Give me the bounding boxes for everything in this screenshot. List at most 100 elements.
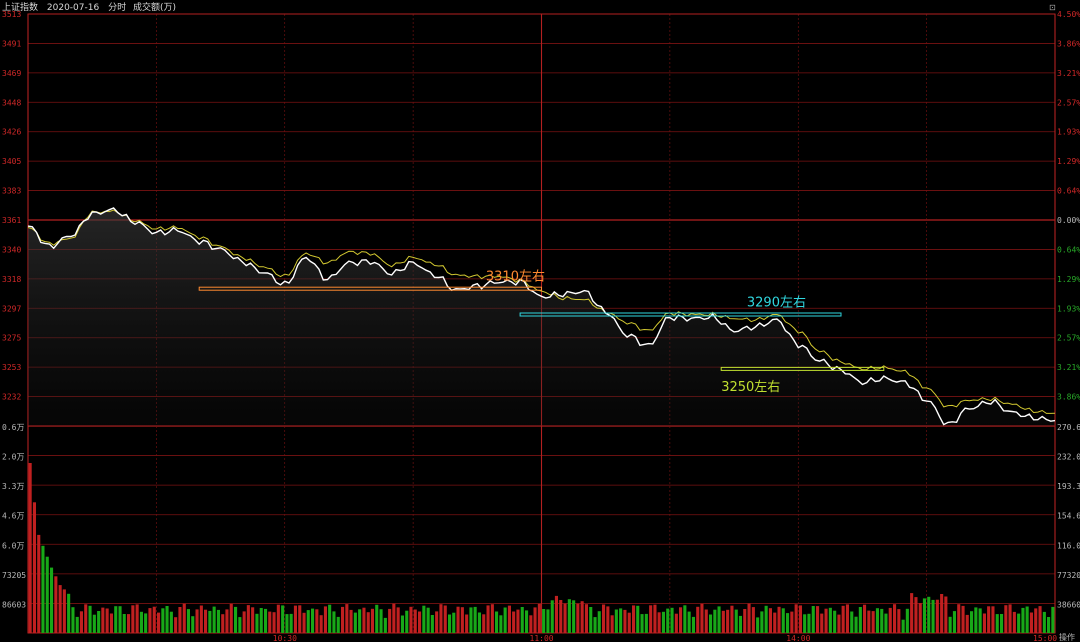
volume-bar	[520, 607, 524, 633]
volume-bar	[379, 609, 383, 633]
volume-bar	[893, 604, 897, 633]
volume-bar	[67, 593, 71, 633]
volume-bar	[627, 612, 631, 633]
volume-bar	[204, 609, 208, 633]
volume-bar	[974, 607, 978, 633]
volume-bar	[738, 615, 742, 633]
volume-bar	[952, 611, 956, 633]
volume-bar	[58, 585, 62, 633]
volume-bar	[888, 607, 892, 633]
volume-bar	[841, 605, 845, 633]
price-tick-label: 3469	[2, 69, 21, 78]
volume-bar	[721, 610, 725, 633]
volume-bar	[88, 605, 92, 633]
volume-bar	[345, 604, 349, 633]
volume-bar	[41, 545, 45, 633]
volume-bar	[679, 607, 683, 633]
volume-bar	[507, 605, 511, 633]
volume-bar	[285, 614, 289, 633]
time-tick-label: 15:00	[1033, 634, 1057, 642]
volume-bar	[884, 613, 888, 633]
volume-bar	[114, 606, 118, 633]
volume-bar	[559, 600, 563, 633]
volume-bar	[606, 606, 610, 633]
mode-label: 分时	[108, 1, 126, 13]
percent-tick-label: 2.57%	[1057, 334, 1080, 343]
volume-bar	[1038, 606, 1042, 633]
volume-bar	[623, 609, 627, 633]
percent-tick-label: 0.00%	[1057, 216, 1080, 225]
volume-bar	[195, 609, 199, 633]
volume-bar	[1021, 607, 1025, 633]
volume-tick-label: 86603	[2, 600, 26, 609]
volume-bar	[1047, 617, 1051, 633]
volume-bar	[1029, 612, 1033, 633]
volume-bar	[178, 607, 182, 633]
volume-tick-label: 2.0万	[2, 453, 24, 462]
volume-bar	[550, 600, 554, 633]
volume-bar	[323, 606, 327, 633]
volume-bar	[948, 616, 952, 633]
volume-bar	[593, 617, 597, 633]
volume-bar	[486, 605, 490, 633]
volume-bar	[863, 604, 867, 633]
volume-bar	[589, 607, 593, 633]
volume-bar	[683, 605, 687, 633]
volume-bar	[674, 613, 678, 633]
volume-right-tick-label: 116.0	[1057, 541, 1080, 550]
volume-bar	[358, 609, 362, 633]
volume-bar	[756, 617, 760, 633]
volume-bar	[910, 593, 914, 633]
volume-bar	[259, 608, 263, 633]
volume-bar	[430, 615, 434, 633]
volume-bar	[901, 619, 905, 633]
volume-bar	[281, 605, 285, 633]
volume-bar	[1017, 613, 1021, 633]
volume-bar	[28, 463, 32, 633]
volume-bar	[456, 606, 460, 633]
volume-bar	[161, 608, 165, 633]
volume-bar	[760, 611, 764, 633]
volume-bar	[37, 534, 41, 633]
price-tick-label: 3253	[2, 363, 21, 372]
window-toggle-icon[interactable]: ⊡	[1049, 3, 1056, 12]
volume-bar	[144, 613, 148, 633]
volume-bar	[820, 613, 824, 633]
volume-bar	[311, 608, 315, 633]
volume-bar	[383, 617, 387, 633]
volume-bar	[666, 608, 670, 633]
percent-tick-label: 4.50%	[1057, 10, 1080, 19]
intraday-chart: 上证指数 2020-07-16 分时 成交额(万) ⊡ 3310左右 3290左右…	[2, 1, 1080, 642]
volume-bar	[726, 609, 730, 633]
price-tick-label: 3491	[2, 39, 21, 48]
volume-bar	[991, 606, 995, 633]
volume-bar	[165, 606, 169, 633]
volume-bar	[602, 604, 606, 633]
volume-bar	[495, 611, 499, 633]
volume-bar	[298, 605, 302, 633]
price-tick-label: 3275	[2, 334, 21, 343]
price-tick-label: 3383	[2, 187, 21, 196]
volume-bar	[216, 609, 220, 633]
percent-tick-label: 3.86%	[1057, 39, 1080, 48]
volume-bar	[730, 605, 734, 633]
volume-bar	[448, 614, 452, 633]
volume-bar	[225, 609, 229, 633]
volume-bar	[306, 610, 310, 633]
volume-right-tick-label: 38660	[1057, 600, 1080, 609]
volume-bar	[871, 611, 875, 633]
volume-bar	[199, 605, 203, 633]
volume-bar	[811, 606, 815, 633]
volume-bar	[743, 609, 747, 633]
volume-bar	[405, 610, 409, 633]
volume-bar	[482, 614, 486, 633]
volume-bar	[850, 611, 854, 633]
volume-bar	[931, 599, 935, 633]
volume-bar	[50, 567, 54, 633]
volume-bar	[157, 612, 161, 633]
volume-bar	[135, 604, 139, 633]
volume-bar	[418, 611, 422, 633]
volume-bar	[653, 604, 657, 633]
price-tick-label: 3340	[2, 245, 21, 254]
volume-bar	[828, 607, 832, 633]
